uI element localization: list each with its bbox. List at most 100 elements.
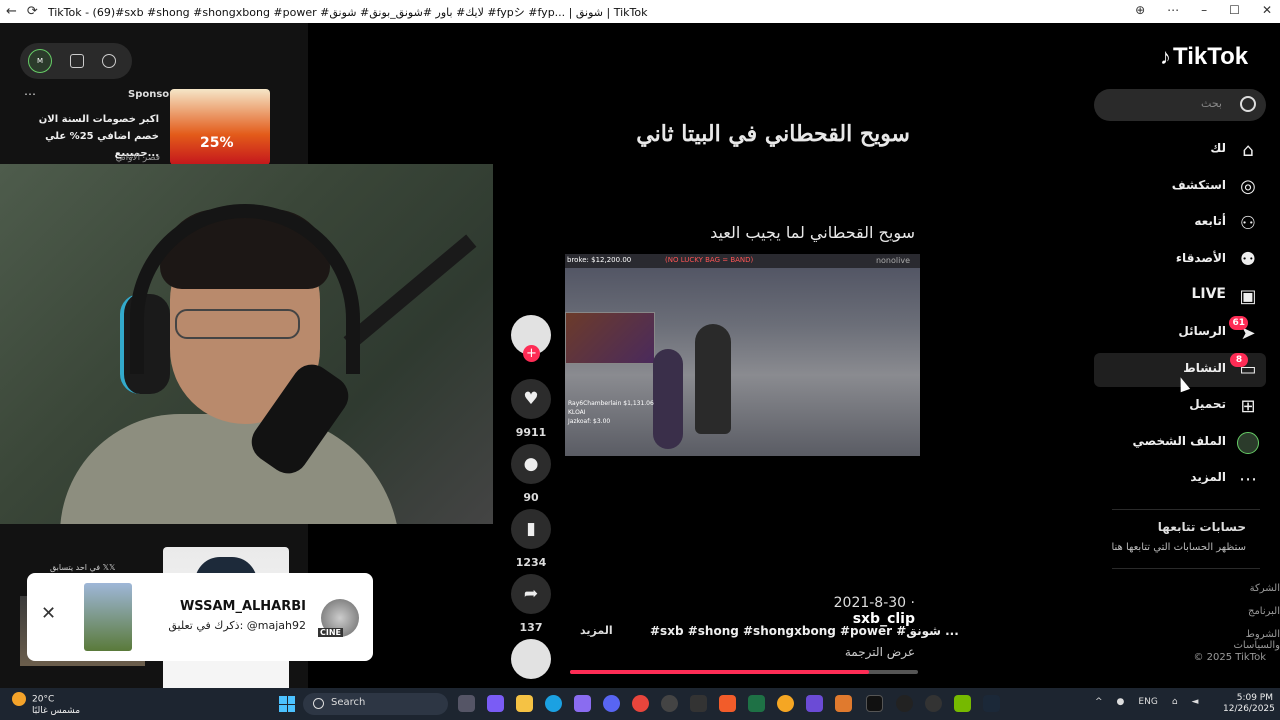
sidebar-item[interactable]: لك ⌂ bbox=[1094, 133, 1266, 167]
taskbar-search[interactable]: Search bbox=[303, 693, 448, 715]
tiktok-taskbar-icon[interactable] bbox=[866, 695, 883, 712]
sidebar-item[interactable]: LIVE ▣ bbox=[1094, 279, 1266, 313]
chevron-up-icon[interactable]: ^ bbox=[1095, 697, 1103, 707]
bookmark-icon[interactable]: ▮ bbox=[511, 509, 551, 549]
app-icon[interactable] bbox=[806, 695, 823, 712]
video-progress[interactable] bbox=[570, 670, 918, 674]
comment-button[interactable]: ● 90 bbox=[510, 444, 552, 504]
author-avatar[interactable]: + bbox=[510, 315, 552, 362]
chrome-icon[interactable] bbox=[632, 695, 649, 712]
share-icon[interactable]: ➦ bbox=[511, 574, 551, 614]
video-player[interactable]: broke: $12,200.00 (NO LUCKY BAG = BAND) … bbox=[565, 254, 920, 456]
start-button[interactable] bbox=[279, 696, 295, 712]
phone-icon[interactable] bbox=[70, 54, 84, 68]
ad-menu-icon[interactable]: ⋯ bbox=[24, 87, 36, 101]
network-icon[interactable]: ⌂ bbox=[1172, 697, 1178, 707]
copilot-icon[interactable] bbox=[487, 695, 504, 712]
channel-avatar[interactable]: M bbox=[28, 49, 52, 73]
overlay-center: (NO LUCKY BAG = BAND) bbox=[665, 256, 754, 264]
post-date: 2021-8-30 bbox=[833, 595, 907, 611]
sidebar-item[interactable]: الرسائل ➤ 61 bbox=[1094, 316, 1266, 350]
footer-program-link[interactable]: البرنامج bbox=[1200, 606, 1280, 617]
sidebar-item[interactable]: المزيد ⋯ bbox=[1094, 462, 1266, 496]
sidebar-item[interactable]: استكشف ◎ bbox=[1094, 170, 1266, 204]
sidebar-item[interactable]: الأصدقاء ⚉ bbox=[1094, 243, 1266, 277]
video-overlay-bar: broke: $12,200.00 (NO LUCKY BAG = BAND) … bbox=[565, 254, 920, 268]
sidebar-item[interactable]: الملف الشخصي bbox=[1094, 426, 1266, 460]
sidebar-item-label: النشاط bbox=[1183, 360, 1226, 375]
mic-icon[interactable]: ● bbox=[1117, 697, 1125, 707]
close-icon[interactable]: ✕ bbox=[41, 603, 56, 624]
minimize-button[interactable]: – bbox=[1201, 3, 1207, 17]
save-button[interactable]: ▮ 1234 bbox=[510, 509, 552, 569]
video-hashtags[interactable]: #sxb #shong #shongxbong #power #شونق ... bbox=[650, 624, 959, 638]
comment-count: 90 bbox=[523, 491, 539, 504]
clock[interactable]: 5:09 PM 12/26/2025 bbox=[1223, 693, 1275, 715]
heart-icon[interactable]: ♥ bbox=[511, 379, 551, 419]
volume-icon[interactable]: ◄ bbox=[1192, 697, 1199, 707]
video-meta: 2021-8-30 · sxb_clip bbox=[833, 595, 915, 627]
app-icon[interactable] bbox=[925, 695, 942, 712]
more-button[interactable]: المزيد bbox=[580, 624, 613, 637]
sidebar-item-label: أتابعه bbox=[1194, 214, 1226, 229]
weather-widget[interactable]: 20°C مشمس غالبًا bbox=[12, 692, 80, 717]
follow-plus-icon[interactable]: + bbox=[523, 345, 540, 362]
footer-terms-link[interactable]: الشروط والسياسات bbox=[1200, 629, 1280, 651]
capcut-icon[interactable] bbox=[690, 695, 707, 712]
overlay-brand: nonolive bbox=[875, 256, 910, 265]
app-icon[interactable] bbox=[835, 695, 852, 712]
sidebar-item[interactable]: أتابعه ⚇ bbox=[1094, 206, 1266, 240]
video-title: سويح القحطاني في البيتا ثاني bbox=[636, 121, 910, 147]
task-view-icon[interactable] bbox=[458, 695, 475, 712]
stream-controls-pill[interactable]: M bbox=[20, 43, 132, 79]
ad-badge: 25% bbox=[200, 135, 234, 151]
obs-icon[interactable] bbox=[661, 695, 678, 712]
file-explorer-icon[interactable] bbox=[516, 695, 533, 712]
maximize-button[interactable]: ☐ bbox=[1229, 3, 1240, 17]
app-icon[interactable] bbox=[896, 695, 913, 712]
more-dots-icon: ⋯ bbox=[1239, 468, 1257, 490]
music-disc[interactable] bbox=[510, 639, 552, 679]
sponsored-ad[interactable]: ⋯ Sponsored اكبر خصومات السنة الان خصم ا… bbox=[20, 85, 290, 165]
steam-icon[interactable] bbox=[983, 695, 1000, 712]
app-icon[interactable] bbox=[777, 695, 794, 712]
compass-small-icon[interactable] bbox=[102, 54, 116, 68]
store-icon[interactable] bbox=[574, 695, 591, 712]
reload-icon[interactable]: ⟳ bbox=[27, 4, 38, 19]
sidebar-item-label: لك bbox=[1210, 141, 1226, 155]
overlay-stats: Ray6Chamberlain $1,131.06 KLOAI Jazkoaf:… bbox=[568, 399, 654, 426]
search-icon[interactable] bbox=[1240, 96, 1256, 112]
edge-icon[interactable] bbox=[545, 695, 562, 712]
tiktok-logo[interactable]: ♪TikTok bbox=[1160, 43, 1248, 71]
following-subtext: ستظهر الحسابات التي تتابعها هنا bbox=[1111, 542, 1246, 553]
discord-icon[interactable] bbox=[603, 695, 620, 712]
sidebar-item[interactable]: تحميل ⊞ bbox=[1094, 389, 1266, 423]
translate-link[interactable]: عرض الترجمة bbox=[800, 645, 915, 659]
overlay-stat: Ray6Chamberlain $1,131.06 bbox=[568, 400, 654, 407]
notification-card[interactable]: ✕ WSSAM_ALHARBI ذكرك في تعليق: @majah92 … bbox=[27, 573, 373, 661]
tiktok-page: M ⋯ Sponsored اكبر خصومات السنة الان خصم… bbox=[0, 23, 1280, 688]
ad-image[interactable]: 25% bbox=[170, 89, 270, 165]
like-button[interactable]: ♥ 9911 bbox=[510, 379, 552, 439]
language-indicator[interactable]: ENG bbox=[1138, 697, 1157, 707]
zoom-icon[interactable]: ⊕ bbox=[1135, 3, 1145, 17]
sidebar-item-label: تحميل bbox=[1189, 397, 1226, 412]
brave-icon[interactable] bbox=[719, 695, 736, 712]
music-disc-icon[interactable] bbox=[511, 639, 551, 679]
sidebar-item-label: الأصدقاء bbox=[1175, 250, 1226, 265]
close-window-button[interactable]: ✕ bbox=[1262, 3, 1272, 17]
share-button[interactable]: ➦ 137 bbox=[510, 574, 552, 634]
avatar-tag: CINE bbox=[317, 628, 343, 637]
system-tray[interactable]: ^ ● ENG ⌂ ◄ bbox=[1095, 697, 1198, 707]
comment-icon[interactable]: ● bbox=[511, 444, 551, 484]
menu-dots-icon[interactable]: ⋯ bbox=[1167, 3, 1179, 17]
notification-thumbnail[interactable] bbox=[84, 583, 132, 651]
footer-company-link[interactable]: الشركة bbox=[1200, 583, 1280, 594]
back-icon[interactable]: ← bbox=[6, 4, 17, 19]
author-avatar-image[interactable]: + bbox=[511, 315, 551, 362]
sidebar-item-label: المزيد bbox=[1190, 470, 1226, 485]
nvidia-icon[interactable] bbox=[954, 695, 971, 712]
search-input[interactable]: بحث bbox=[1094, 89, 1266, 121]
excel-icon[interactable] bbox=[748, 695, 765, 712]
home-icon: ⌂ bbox=[1242, 139, 1254, 161]
